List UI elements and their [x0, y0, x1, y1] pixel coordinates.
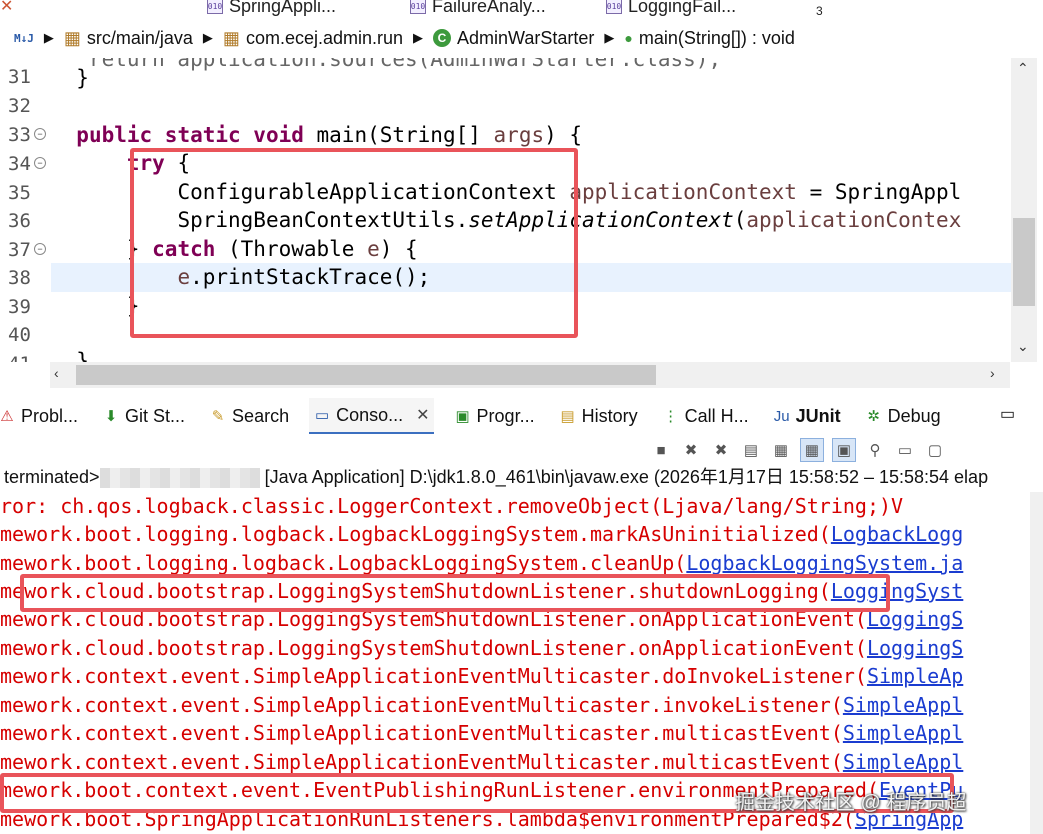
console-line: ror: ch.qos.logback.classic.LoggerContex… — [0, 494, 904, 518]
line-number: 38 — [8, 267, 31, 289]
breadcrumb-class[interactable]: C AdminWarStarter — [433, 28, 594, 49]
terminate-icon[interactable]: ■ — [650, 439, 672, 461]
git-staging-icon: ⬇ — [104, 408, 118, 425]
remove-all-terminated-icon[interactable]: ✖ — [710, 439, 732, 461]
breadcrumb-project[interactable]: M↓J — [14, 32, 34, 45]
close-icon[interactable]: ✕ — [416, 405, 429, 425]
scroll-right-icon[interactable]: › — [990, 365, 995, 381]
console-line: mework.cloud.bootstrap.LoggingSystemShut… — [0, 636, 964, 660]
display-console-icon[interactable]: ▭ — [894, 439, 916, 461]
code-line-33: public static void main(String[] args) { — [76, 123, 583, 147]
console-line: mework.context.event.SimpleApplicationEv… — [0, 721, 964, 745]
clear-console-icon[interactable]: ▤ — [740, 439, 762, 461]
line-number: 39 — [8, 296, 31, 318]
tab-label: SpringAppli... — [229, 0, 337, 16]
scroll-left-icon[interactable]: ‹ — [54, 365, 59, 381]
tab-search[interactable]: ✎ Search — [205, 399, 293, 433]
code-line-41: } — [76, 349, 89, 362]
view-tab-bar: ⚠ Probl... ⬇ Git St... ✎ Search ▭ Conso.… — [0, 396, 1043, 436]
line-number: 36 — [8, 210, 31, 232]
editor-vertical-scrollbar[interactable]: ⌃ ⌄ — [1011, 58, 1037, 362]
code-editor[interactable]: return application.sources(AdminWarStart… — [0, 58, 1043, 362]
tab-label: FailureAnaly... — [432, 0, 546, 16]
editor-tab-failureanaly[interactable]: 010 FailureAnaly... — [410, 0, 546, 19]
console-toolbar: ■ ✖ ✖ ▤ ▦ ▦ ▣ ⚲ ▭ ▢ — [650, 436, 1043, 464]
package-folder-icon: ▦ — [63, 27, 81, 48]
breadcrumb-source-folder[interactable]: ▦ src/main/java — [64, 28, 193, 49]
remove-launch-icon[interactable]: ✖ — [680, 439, 702, 461]
public-static-method-icon: ● — [624, 30, 633, 46]
breadcrumb: M↓J ▶ ▦ src/main/java ▶ ▦ com.ecej.admin… — [0, 22, 1043, 54]
breadcrumb-method[interactable]: ● main(String[]) : void — [624, 28, 795, 49]
debug-icon: ✲ — [867, 408, 880, 425]
line-number: 31 — [8, 66, 31, 88]
word-wrap-icon[interactable]: ▦ — [800, 438, 824, 462]
new-console-icon[interactable]: ▢ — [924, 439, 946, 461]
problems-icon: ⚠ — [0, 408, 14, 425]
tab-progress[interactable]: ▣ Progr... — [450, 399, 539, 433]
class-file-icon: 010 — [606, 0, 622, 14]
editor-tab-strip: ✕ 010 SpringAppli... 010 FailureAnaly...… — [0, 0, 1043, 20]
chevron-right-icon: ▶ — [413, 30, 424, 45]
chevron-right-icon: ▶ — [202, 30, 213, 45]
fold-collapse-icon[interactable]: − — [34, 243, 46, 255]
tab-label: LoggingFail... — [628, 0, 737, 16]
minimize-icon[interactable]: ▭ — [1000, 404, 1015, 424]
tab-problems[interactable]: ⚠ Probl... — [0, 399, 82, 433]
tab-history[interactable]: ▤ History — [555, 399, 642, 433]
line-number: 35 — [8, 182, 31, 204]
chevron-right-icon: ▶ — [604, 30, 615, 45]
pin-console-icon[interactable]: ⚲ — [864, 439, 886, 461]
editor-tab-loggingfail[interactable]: 010 LoggingFail... — [606, 0, 736, 19]
line-number: 40 — [8, 324, 31, 346]
watermark: 掘金技术社区 @ 程序员超 — [735, 792, 967, 814]
highlight-box-shutdown-logging — [20, 574, 890, 612]
class-file-icon: 010 — [410, 0, 426, 14]
console-line: mework.boot.logging.logback.LogbackLoggi… — [0, 522, 964, 546]
editor-horizontal-scrollbar[interactable]: ‹ › — [50, 362, 1010, 388]
project-icon: M↓J — [14, 31, 34, 45]
tab-console[interactable]: ▭ Conso... ✕ — [309, 398, 434, 434]
console-line: mework.context.event.SimpleApplicationEv… — [0, 693, 964, 717]
editor-tab-springappli[interactable]: 010 SpringAppli... — [207, 0, 336, 19]
scroll-down-icon[interactable]: ⌄ — [1017, 338, 1029, 355]
tab-call-hierarchy[interactable]: ⋮ Call H... — [658, 399, 753, 433]
junit-icon: Ju — [773, 407, 790, 425]
class-icon: C — [433, 29, 452, 47]
redacted-name — [99, 468, 260, 489]
breadcrumb-package[interactable]: ▦ com.ecej.admin.run — [223, 28, 403, 49]
console-line: mework.context.event.SimpleApplicationEv… — [0, 750, 964, 774]
scroll-thumb[interactable] — [76, 365, 656, 385]
call-hierarchy-icon: ⋮ — [663, 408, 679, 425]
scroll-lock-icon[interactable]: ▦ — [770, 439, 792, 461]
console-vertical-scrollbar[interactable] — [1030, 492, 1043, 834]
console-line: mework.boot.logging.logback.LogbackLoggi… — [0, 551, 964, 575]
highlight-box-try-catch — [130, 148, 578, 338]
package-icon: ▦ — [222, 27, 240, 48]
console-line: mework.context.event.SimpleApplicationEv… — [0, 664, 964, 688]
tab-git-staging[interactable]: ⬇ Git St... — [98, 399, 189, 433]
console-output[interactable]: ror: ch.qos.logback.classic.LoggerContex… — [0, 492, 1030, 834]
show-console-on-output-icon[interactable]: ▣ — [832, 438, 856, 462]
editor-tab-springapplication[interactable]: ✕ — [0, 0, 13, 19]
progress-icon: ▣ — [455, 408, 470, 425]
code-line-31: } — [76, 66, 89, 90]
tab-overflow-count[interactable]: 3 — [816, 0, 823, 20]
tab-junit[interactable]: Ju JUnit — [769, 399, 845, 433]
scroll-up-icon[interactable]: ⌃ — [1017, 60, 1029, 77]
search-icon: ✎ — [211, 408, 225, 425]
line-number: 41 — [8, 353, 38, 362]
scroll-thumb[interactable] — [1013, 218, 1035, 306]
fold-collapse-icon[interactable]: − — [34, 157, 46, 169]
console-icon: ▭ — [315, 407, 330, 424]
fold-collapse-icon[interactable]: − — [34, 128, 46, 140]
line-number: 32 — [8, 95, 31, 117]
history-icon: ▤ — [560, 408, 575, 425]
class-file-icon: 010 — [207, 0, 223, 14]
tab-debug[interactable]: ✲ Debug — [861, 399, 945, 433]
chevron-right-icon: ▶ — [43, 30, 54, 45]
console-status-line: terminated> [Java Application] D:\jdk1.8… — [4, 467, 989, 489]
close-icon[interactable]: ✕ — [0, 0, 13, 16]
